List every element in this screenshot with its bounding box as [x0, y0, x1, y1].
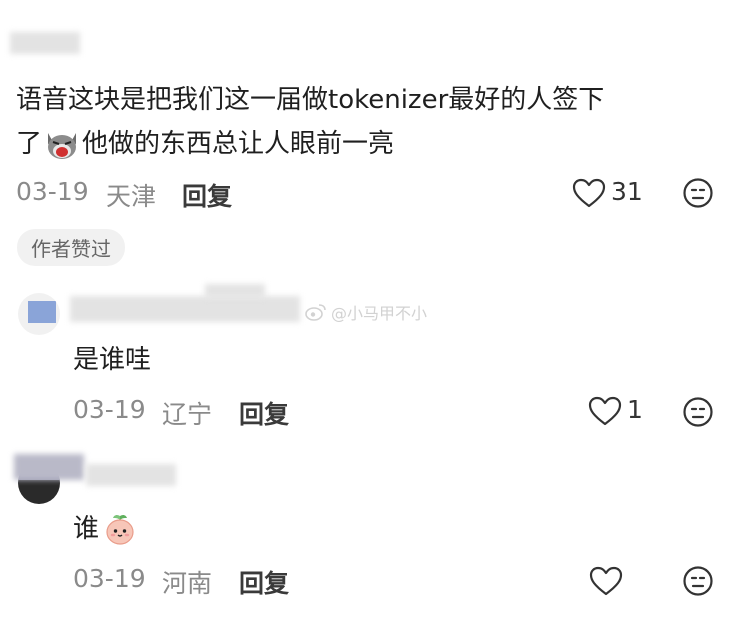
reply-date: 03-19 — [73, 564, 146, 593]
dislike-face-icon[interactable] — [682, 177, 714, 209]
reply-text: 是谁哇 — [73, 345, 152, 375]
blurred-username — [86, 464, 176, 486]
reply-location: 辽宁 — [162, 400, 213, 429]
comment-text-line2: 了 他做的东西总让人眼前一亮 — [16, 122, 731, 166]
dislike-face-icon[interactable] — [682, 396, 714, 428]
watermark: @小马甲不小 — [305, 300, 427, 324]
weibo-logo-icon — [305, 304, 326, 321]
blurred-username — [70, 296, 300, 322]
heart-icon[interactable] — [572, 178, 606, 208]
reply-like-count: 1 — [627, 395, 643, 424]
comment-date: 03-19 — [16, 177, 89, 206]
reply-reply-button[interactable]: 回复 — [239, 395, 289, 431]
reply-date: 03-19 — [73, 395, 146, 424]
blurred-username — [10, 32, 80, 54]
heart-icon[interactable] — [588, 396, 622, 426]
comment-location: 天津 — [106, 182, 157, 211]
cat-crying-emoji-icon — [48, 133, 77, 159]
blurred-username — [205, 284, 265, 298]
comment-reply-button[interactable]: 回复 — [182, 177, 232, 213]
author-liked-badge: 作者赞过 — [17, 229, 125, 266]
reply-text-content: 谁 — [73, 514, 100, 544]
heart-icon[interactable] — [589, 566, 623, 596]
reply-location: 河南 — [162, 569, 213, 598]
comment-text-suffix: 他做的东西总让人眼前一亮 — [82, 129, 395, 159]
reply-text: 谁 — [73, 507, 137, 551]
blurred-username — [14, 454, 84, 480]
comment-like-count: 31 — [611, 177, 643, 206]
dislike-face-icon[interactable] — [682, 565, 714, 597]
comment-text-line1: 语音这块是把我们这一届做tokenizer最好的人签下 — [16, 85, 605, 115]
avatar — [18, 293, 60, 335]
reply-reply-button[interactable]: 回复 — [239, 564, 289, 600]
watermark-text: @小马甲不小 — [331, 304, 428, 323]
comment-text-prefix: 了 — [16, 129, 43, 159]
comment-text: 语音这块是把我们这一届做tokenizer最好的人签下 了 他做的东西总让人眼前… — [16, 78, 731, 166]
peach-face-emoji-icon — [106, 514, 134, 545]
